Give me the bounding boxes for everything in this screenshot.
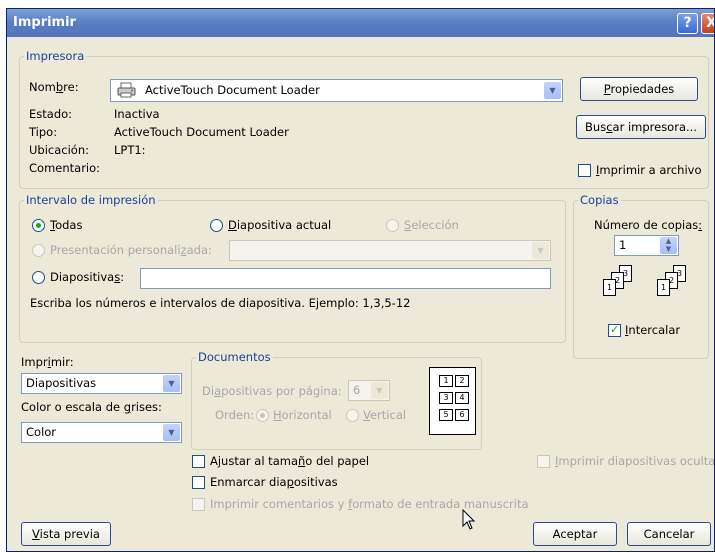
ok-button[interactable]: Aceptar bbox=[533, 522, 617, 546]
collate-label: Intercalar bbox=[625, 323, 681, 337]
collate-diagram-1: 3 2 1 bbox=[593, 265, 639, 309]
copies-count-label: Número de copias: bbox=[594, 218, 703, 232]
print-comments-checkbox[interactable] bbox=[192, 498, 205, 511]
vertical-label: Vertical bbox=[363, 408, 407, 422]
printer-name-select[interactable]: ActiveTouch Document Loader ▼ bbox=[110, 79, 563, 102]
printer-name-label: Nombre: bbox=[29, 80, 79, 94]
cancel-button[interactable]: Cancelar bbox=[627, 522, 711, 546]
slides-label: Diapositivas: bbox=[50, 270, 125, 284]
all-radio[interactable] bbox=[32, 219, 45, 232]
chevron-down-icon[interactable]: ▼ bbox=[163, 424, 180, 441]
print-to-file-checkbox[interactable] bbox=[578, 164, 591, 177]
vertical-radio[interactable] bbox=[346, 409, 359, 422]
copies-spinner[interactable]: 1 ▲ ▼ bbox=[614, 235, 679, 256]
status-value: Inactiva bbox=[114, 107, 160, 121]
handout-layout-preview: 12 34 56 bbox=[429, 367, 476, 435]
custom-show-select[interactable]: ▼ bbox=[229, 240, 551, 261]
type-label: Tipo: bbox=[29, 125, 58, 139]
close-button[interactable]: X bbox=[701, 13, 714, 34]
selection-radio[interactable] bbox=[386, 219, 399, 232]
chevron-down-icon[interactable]: ▼ bbox=[163, 375, 180, 392]
horizontal-label: Horizontal bbox=[273, 408, 332, 422]
scale-to-paper-checkbox[interactable] bbox=[192, 455, 205, 468]
mouse-cursor-icon bbox=[462, 508, 476, 531]
print-what-label: Imprimir: bbox=[21, 355, 74, 369]
chevron-down-icon[interactable]: ▼ bbox=[544, 82, 561, 99]
color-label: Color o escala de grises: bbox=[21, 400, 162, 414]
printer-group-title: Impresora bbox=[26, 49, 85, 63]
color-select[interactable]: Color ▼ bbox=[21, 422, 182, 443]
type-value: ActiveTouch Document Loader bbox=[114, 125, 289, 139]
order-label: Orden: bbox=[215, 408, 255, 422]
horizontal-radio[interactable] bbox=[256, 409, 269, 422]
slides-per-page-label: Diapositivas por página: bbox=[202, 384, 342, 398]
copies-title: Copias bbox=[580, 193, 619, 207]
slides-input[interactable] bbox=[140, 268, 551, 289]
spinner-arrows-icon[interactable]: ▲ ▼ bbox=[660, 237, 677, 254]
printer-name-value: ActiveTouch Document Loader bbox=[145, 83, 320, 97]
range-hint: Escriba los números e intervalos de diap… bbox=[30, 296, 411, 310]
dialog-title: Imprimir bbox=[13, 15, 76, 30]
slides-per-page-select[interactable]: 6 ▼ bbox=[348, 380, 390, 401]
properties-button[interactable]: Propiedades bbox=[580, 77, 698, 101]
copies-count-value: 1 bbox=[619, 238, 627, 252]
print-to-file-label: Imprimir a archivo bbox=[596, 163, 702, 177]
chevron-down-icon[interactable]: ▼ bbox=[532, 242, 549, 259]
slides-radio[interactable] bbox=[32, 271, 45, 284]
all-radio-label: Todas bbox=[50, 218, 83, 232]
title-bar[interactable]: Imprimir bbox=[7, 9, 714, 37]
status-label: Estado: bbox=[29, 107, 73, 121]
location-value: LPT1: bbox=[114, 143, 146, 157]
scale-to-paper-label: Ajustar al tamaño del papel bbox=[210, 454, 370, 468]
comment-label: Comentario: bbox=[29, 161, 101, 175]
preview-button[interactable]: Vista previa bbox=[21, 522, 111, 546]
collate-diagram-2: 3 2 1 bbox=[647, 265, 693, 309]
handouts-title: Documentos bbox=[198, 350, 271, 364]
print-comments-label: Imprimir comentarios y formato de entrad… bbox=[210, 497, 529, 511]
custom-show-label: Presentación personalizada: bbox=[50, 243, 212, 257]
print-hidden-slides-label: Imprimir diapositivas ocultas bbox=[555, 454, 715, 468]
print-dialog: Imprimir ? X Impresora Nombre: ActiveTou… bbox=[6, 8, 715, 552]
location-label: Ubicación: bbox=[29, 143, 89, 157]
find-printer-button[interactable]: Buscar impresora... bbox=[576, 115, 706, 139]
print-hidden-slides-checkbox[interactable] bbox=[537, 455, 550, 468]
printer-icon bbox=[117, 82, 137, 98]
print-what-select[interactable]: Diapositivas ▼ bbox=[21, 373, 182, 394]
current-slide-label: Diapositiva actual bbox=[228, 218, 332, 232]
selection-label: Selección bbox=[404, 218, 459, 232]
custom-show-radio[interactable] bbox=[32, 244, 45, 257]
frame-slides-label: Enmarcar diapositivas bbox=[210, 475, 338, 489]
frame-slides-checkbox[interactable] bbox=[192, 476, 205, 489]
print-range-title: Intervalo de impresión bbox=[26, 193, 156, 207]
collate-checkbox[interactable]: ✓ bbox=[608, 323, 621, 337]
help-button[interactable]: ? bbox=[677, 13, 698, 34]
current-slide-radio[interactable] bbox=[210, 219, 223, 232]
chevron-down-icon[interactable]: ▼ bbox=[371, 382, 388, 399]
